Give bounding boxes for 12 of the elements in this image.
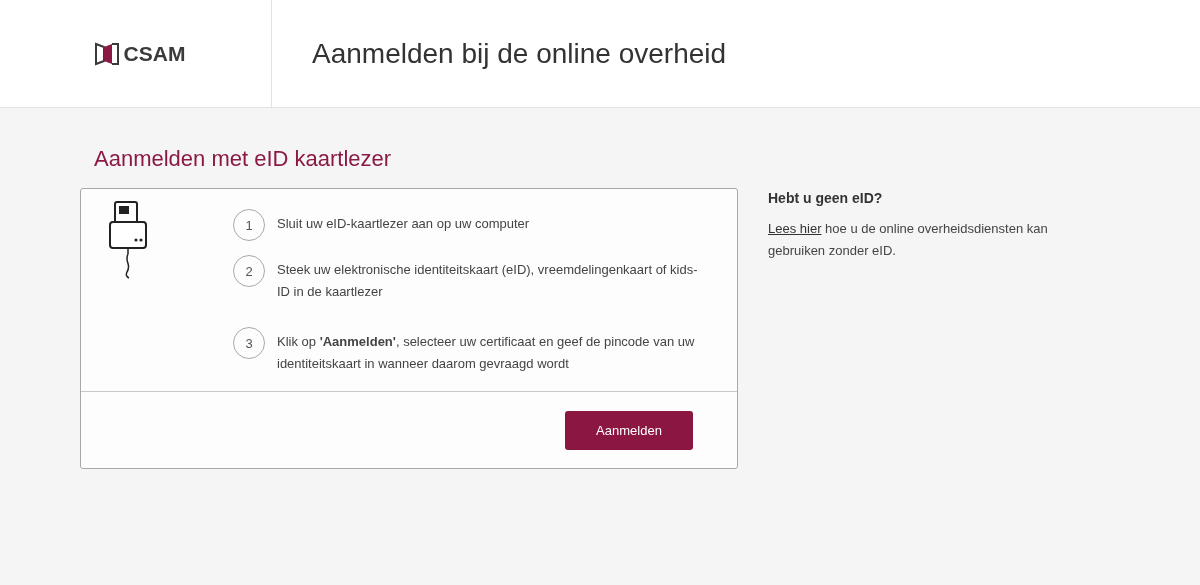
logo-icon xyxy=(93,40,120,67)
card-reader-icon xyxy=(109,201,147,281)
aside-heading: Hebt u geen eID? xyxy=(768,190,884,206)
logo-text: CSAM xyxy=(123,41,186,66)
page-title: Aanmelden bij de online overheid xyxy=(311,36,727,71)
step-text: Steek uw elektronische identiteitskaart (eID), vreemdelingenkaart of kids-ID in de kaartlezer xyxy=(277,261,699,301)
aside-text: Lees hier hoe u de online overheidsdiensten kan gebruiken zonder eID. xyxy=(768,220,1049,260)
login-button[interactable]: Aanmelden xyxy=(565,410,693,450)
help-link[interactable]: Lees hier xyxy=(768,221,822,236)
step-text: Sluit uw eID-kaartlezer aan op uw computer xyxy=(277,215,531,233)
step-text: Klik op 'Aanmelden', selecteer uw certificaat en geef de pincode van uw identiteitskaart in wanneer daarom gevraagd wordt xyxy=(277,333,696,373)
section-heading: Aanmelden met eID kaartlezer xyxy=(94,146,393,172)
